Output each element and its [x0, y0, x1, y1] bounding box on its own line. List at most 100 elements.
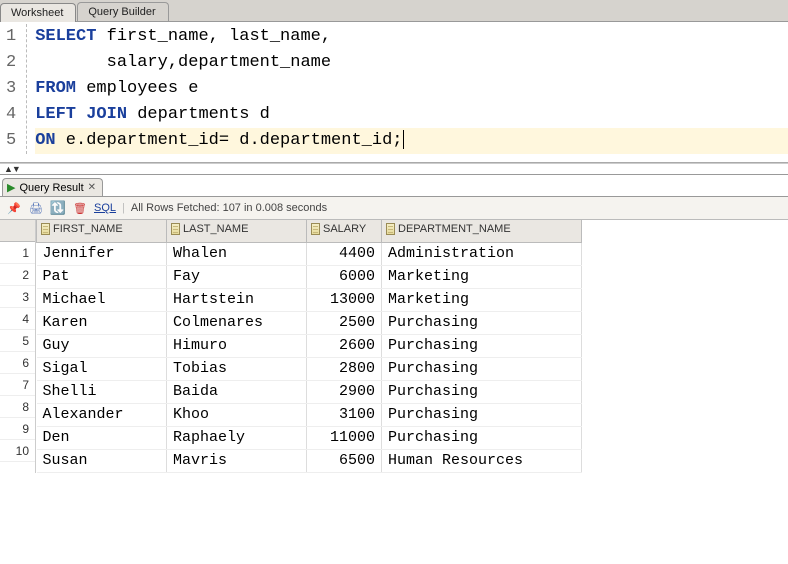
row-number: 9: [0, 418, 35, 440]
cell[interactable]: Alexander: [37, 403, 167, 426]
cell[interactable]: Jennifer: [37, 242, 167, 265]
cell[interactable]: Marketing: [382, 288, 582, 311]
cell[interactable]: 2600: [307, 334, 382, 357]
cell[interactable]: Shelli: [37, 380, 167, 403]
cell[interactable]: Michael: [37, 288, 167, 311]
cell[interactable]: Administration: [382, 242, 582, 265]
code-line[interactable]: SELECT first_name, last_name,: [35, 24, 788, 50]
column-label: SALARY: [323, 223, 366, 235]
table-row[interactable]: PatFay6000Marketing: [37, 265, 582, 288]
pin-icon[interactable]: 📌: [6, 200, 22, 216]
cell[interactable]: Himuro: [167, 334, 307, 357]
cell[interactable]: 2900: [307, 380, 382, 403]
toolbar-divider: |: [122, 202, 125, 214]
code-line[interactable]: FROM employees e: [35, 76, 788, 102]
cell[interactable]: Purchasing: [382, 357, 582, 380]
row-number-column: 12345678910: [0, 220, 36, 473]
table-row[interactable]: GuyHimuro2600Purchasing: [37, 334, 582, 357]
tab-query-result[interactable]: ▶ Query Result ✕: [2, 178, 103, 196]
cell[interactable]: Purchasing: [382, 380, 582, 403]
cell[interactable]: Den: [37, 426, 167, 449]
column-header[interactable]: FIRST_NAME: [37, 220, 167, 242]
column-header[interactable]: SALARY: [307, 220, 382, 242]
cell[interactable]: Guy: [37, 334, 167, 357]
result-toolbar: 📌 🖨 🔃 🗑 SQL | All Rows Fetched: 107 in 0…: [0, 197, 788, 220]
cell[interactable]: Whalen: [167, 242, 307, 265]
result-tab-label: Query Result: [19, 182, 83, 194]
sql-editor[interactable]: 12345 SELECT first_name, last_name, sala…: [0, 22, 788, 163]
results-table[interactable]: FIRST_NAME LAST_NAME SALARY DEPARTMENT_NAME…: [36, 220, 582, 473]
table-row[interactable]: AlexanderKhoo3100Purchasing: [37, 403, 582, 426]
column-header[interactable]: DEPARTMENT_NAME: [382, 220, 582, 242]
cell[interactable]: 3100: [307, 403, 382, 426]
cell[interactable]: Purchasing: [382, 426, 582, 449]
cell[interactable]: 4400: [307, 242, 382, 265]
cell[interactable]: Pat: [37, 265, 167, 288]
cell[interactable]: 13000: [307, 288, 382, 311]
cell[interactable]: Purchasing: [382, 403, 582, 426]
table-row[interactable]: SigalTobias2800Purchasing: [37, 357, 582, 380]
code-line[interactable]: salary,department_name: [35, 50, 788, 76]
table-row[interactable]: MichaelHartstein13000Marketing: [37, 288, 582, 311]
cell[interactable]: 6500: [307, 449, 382, 472]
cell[interactable]: Raphaely: [167, 426, 307, 449]
cell[interactable]: Colmenares: [167, 311, 307, 334]
row-number: 1: [0, 242, 35, 264]
cell[interactable]: 6000: [307, 265, 382, 288]
fetch-status: All Rows Fetched: 107 in 0.008 seconds: [131, 202, 327, 214]
column-icon: [386, 223, 395, 235]
line-gutter: 12345: [0, 24, 26, 154]
run-icon: ▶: [7, 181, 15, 194]
table-row[interactable]: DenRaphaely11000Purchasing: [37, 426, 582, 449]
table-row[interactable]: JenniferWhalen4400Administration: [37, 242, 582, 265]
results-data: FIRST_NAME LAST_NAME SALARY DEPARTMENT_NAME…: [36, 220, 582, 473]
cell[interactable]: Sigal: [37, 357, 167, 380]
result-tabs: ▶ Query Result ✕: [0, 175, 788, 197]
column-label: LAST_NAME: [183, 223, 248, 235]
cell[interactable]: 2500: [307, 311, 382, 334]
row-number: 10: [0, 440, 35, 462]
pane-splitter[interactable]: ▲▼: [0, 163, 788, 175]
cell[interactable]: Hartstein: [167, 288, 307, 311]
row-number: 2: [0, 264, 35, 286]
cell[interactable]: Purchasing: [382, 311, 582, 334]
column-icon: [41, 223, 50, 235]
splitter-handle-icon: ▲▼: [4, 164, 20, 174]
refresh-icon[interactable]: 🔃: [50, 200, 66, 216]
print-icon[interactable]: 🖨: [28, 200, 44, 216]
column-label: FIRST_NAME: [53, 223, 123, 235]
line-number: 1: [6, 24, 16, 50]
row-number: 8: [0, 396, 35, 418]
table-row[interactable]: SusanMavris6500Human Resources: [37, 449, 582, 472]
column-header[interactable]: LAST_NAME: [167, 220, 307, 242]
cell[interactable]: Human Resources: [382, 449, 582, 472]
cell[interactable]: Purchasing: [382, 334, 582, 357]
cell[interactable]: Marketing: [382, 265, 582, 288]
cell[interactable]: Fay: [167, 265, 307, 288]
cell[interactable]: Tobias: [167, 357, 307, 380]
row-number: 5: [0, 330, 35, 352]
tab-worksheet[interactable]: Worksheet: [0, 3, 76, 22]
code-line[interactable]: LEFT JOIN departments d: [35, 102, 788, 128]
code-area[interactable]: SELECT first_name, last_name, salary,dep…: [26, 24, 788, 154]
cell[interactable]: Baida: [167, 380, 307, 403]
sql-link[interactable]: SQL: [94, 202, 116, 214]
tab-query-builder[interactable]: Query Builder: [77, 2, 168, 21]
table-row[interactable]: KarenColmenares2500Purchasing: [37, 311, 582, 334]
table-row[interactable]: ShelliBaida2900Purchasing: [37, 380, 582, 403]
code-line[interactable]: ON e.department_id= d.department_id;: [35, 128, 788, 154]
cell[interactable]: Susan: [37, 449, 167, 472]
cell[interactable]: 2800: [307, 357, 382, 380]
results-grid: 12345678910 FIRST_NAMELAST_NAMESALARYDEP…: [0, 220, 788, 473]
column-label: DEPARTMENT_NAME: [398, 223, 511, 235]
row-number: 4: [0, 308, 35, 330]
cell[interactable]: 11000: [307, 426, 382, 449]
clear-icon[interactable]: 🗑: [72, 200, 88, 216]
cell[interactable]: Karen: [37, 311, 167, 334]
close-icon[interactable]: ✕: [88, 182, 96, 193]
cell[interactable]: Khoo: [167, 403, 307, 426]
column-icon: [311, 223, 320, 235]
line-number: 3: [6, 76, 16, 102]
cell[interactable]: Mavris: [167, 449, 307, 472]
column-icon: [171, 223, 180, 235]
